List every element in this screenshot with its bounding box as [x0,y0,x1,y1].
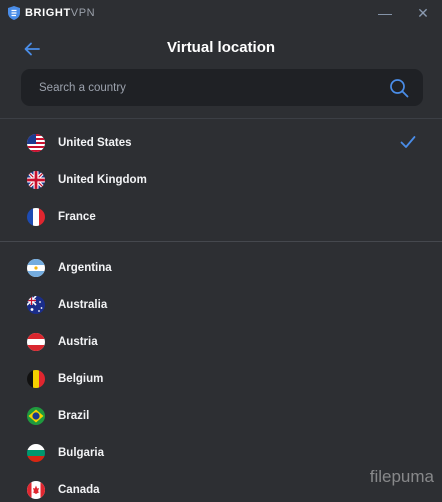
search-box[interactable] [21,69,423,106]
country-label: Brazil [58,409,90,422]
austria-flag-icon [27,332,45,351]
header: Virtual location [0,26,442,116]
search-icon[interactable] [388,77,410,99]
country-row-argentina[interactable]: Argentina [0,249,442,286]
belgium-flag-icon [27,369,45,388]
country-row-australia[interactable]: Australia [0,286,442,323]
us-flag-icon [27,133,45,152]
watermark-text: filepuma [369,467,434,486]
brand-name-bold: BRIGHT [25,7,71,19]
australia-flag-icon [27,295,45,314]
app-logo: BRIGHTVPN [8,5,95,21]
country-label: Austria [58,335,98,348]
country-row-united-states[interactable]: United States [0,124,442,161]
country-row-austria[interactable]: Austria [0,323,442,360]
search-input[interactable] [37,80,388,95]
country-list[interactable]: United States United Kingdom France Arge… [0,118,442,502]
checkmark-icon [400,136,416,148]
country-label: United States [58,136,132,149]
minimize-button[interactable]: — [375,3,395,23]
brazil-flag-icon [27,406,45,425]
country-row-belgium[interactable]: Belgium [0,360,442,397]
country-row-united-kingdom[interactable]: United Kingdom [0,161,442,198]
page-title: Virtual location [166,39,276,56]
country-label: Canada [58,483,100,496]
shield-logo-icon [8,6,20,20]
uk-flag-icon [27,170,45,189]
country-row-brazil[interactable]: Brazil [0,397,442,434]
bulgaria-flag-icon [27,443,45,462]
argentina-flag-icon [27,258,45,277]
brand-name-light: VPN [70,7,96,19]
close-button[interactable]: ✕ [413,3,433,23]
list-divider [0,241,442,242]
country-label: Bulgaria [58,446,105,459]
country-label: United Kingdom [58,173,147,186]
france-flag-icon [27,207,45,226]
country-label: Australia [58,298,108,311]
canada-flag-icon [27,480,45,499]
country-row-france[interactable]: France [0,198,442,235]
country-label: Argentina [58,261,112,274]
country-label: Belgium [58,372,104,385]
title-bar: BRIGHTVPN — ✕ [0,0,442,26]
country-row-bulgaria[interactable]: Bulgaria [0,434,442,471]
country-label: France [58,210,96,223]
